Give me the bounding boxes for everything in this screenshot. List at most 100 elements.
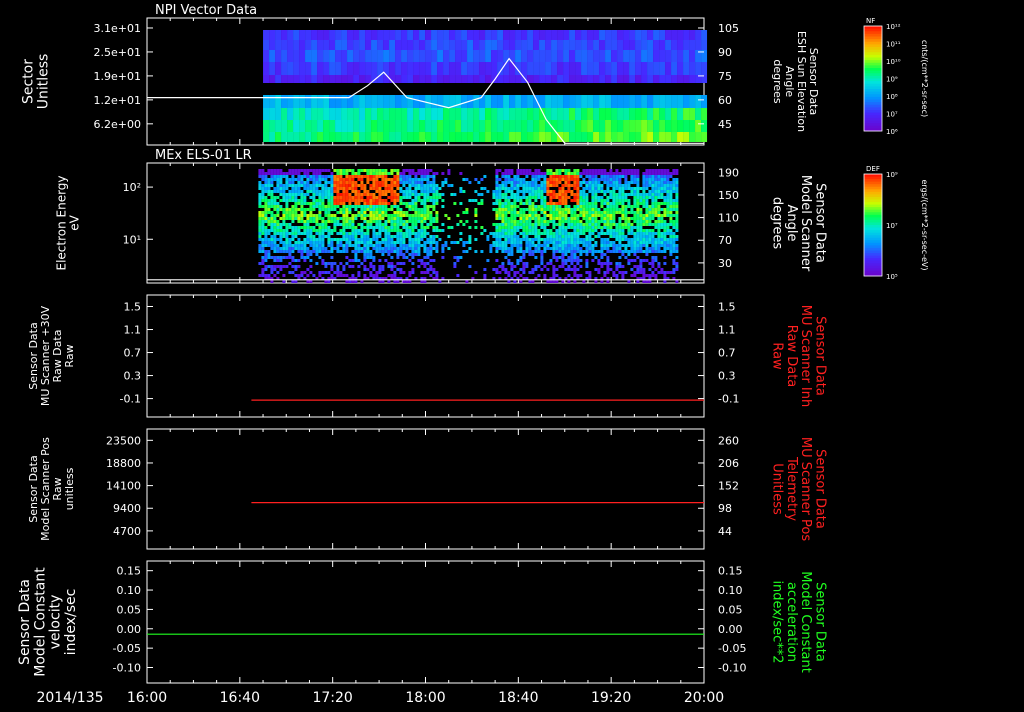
heatmap-cell bbox=[537, 229, 541, 232]
heatmap-cell bbox=[336, 274, 340, 277]
heatmap-cell bbox=[329, 95, 336, 108]
heatmap-cell bbox=[569, 95, 576, 108]
axis-label-line: Model Constant bbox=[798, 571, 813, 673]
heatmap-cell bbox=[461, 120, 468, 132]
heatmap-cell bbox=[624, 238, 628, 241]
heatmap-cell bbox=[309, 238, 313, 241]
heatmap-cell bbox=[558, 196, 562, 199]
heatmap-cell bbox=[615, 268, 619, 271]
heatmap-cell bbox=[491, 50, 498, 62]
heatmap-cell bbox=[653, 40, 660, 50]
heatmap-cell bbox=[689, 30, 696, 40]
heatmap-cell bbox=[455, 30, 462, 40]
heatmap-cell bbox=[330, 262, 334, 265]
heatmap-cell bbox=[347, 75, 354, 83]
heatmap-cell bbox=[315, 232, 319, 235]
heatmap-cell bbox=[315, 202, 319, 205]
heatmap-cell bbox=[549, 184, 553, 187]
heatmap-cell bbox=[354, 280, 358, 283]
heatmap-cell bbox=[573, 184, 577, 187]
heatmap-cell bbox=[689, 40, 696, 50]
heatmap-cell bbox=[441, 247, 445, 250]
heatmap-cell bbox=[261, 187, 265, 190]
heatmap-cell bbox=[348, 226, 352, 229]
heatmap-cell bbox=[264, 220, 268, 223]
heatmap-cell bbox=[258, 247, 262, 250]
heatmap-cell bbox=[549, 169, 553, 172]
heatmap-cell bbox=[606, 238, 610, 241]
heatmap-cell bbox=[288, 172, 292, 175]
heatmap-cell bbox=[273, 259, 277, 262]
panel-frame bbox=[146, 294, 705, 418]
heatmap-cell bbox=[615, 247, 619, 250]
heatmap-cell bbox=[675, 235, 679, 238]
heatmap-cell bbox=[498, 271, 502, 274]
heatmap-cell bbox=[347, 62, 354, 75]
heatmap-cell bbox=[279, 223, 283, 226]
heatmap-cell bbox=[546, 214, 550, 217]
heatmap-cell bbox=[372, 181, 376, 184]
heatmap-cell bbox=[402, 169, 406, 172]
heatmap-cell bbox=[501, 262, 505, 265]
heatmap-cell bbox=[627, 211, 631, 214]
heatmap-cell bbox=[402, 193, 406, 196]
heatmap-cell bbox=[357, 274, 361, 277]
heatmap-cell bbox=[264, 268, 268, 271]
heatmap-cell bbox=[551, 75, 558, 83]
heatmap-cell bbox=[507, 187, 511, 190]
heatmap-cell bbox=[377, 108, 384, 120]
heatmap-cell bbox=[396, 193, 400, 196]
heatmap-cell bbox=[357, 202, 361, 205]
heatmap-cell bbox=[393, 247, 397, 250]
heatmap-cell bbox=[339, 187, 343, 190]
heatmap-cell bbox=[534, 172, 538, 175]
heatmap-cell bbox=[366, 223, 370, 226]
heatmap-cell bbox=[375, 220, 379, 223]
heatmap-cell bbox=[426, 184, 430, 187]
y-tick-label: 1.1 bbox=[124, 324, 142, 337]
heatmap-cell bbox=[587, 108, 594, 120]
axis-label-line: index/sec**2 bbox=[770, 580, 785, 663]
heatmap-cell bbox=[491, 40, 498, 50]
heatmap-cell bbox=[411, 223, 415, 226]
heatmap-cell bbox=[459, 256, 463, 259]
heatmap-cell bbox=[495, 229, 499, 232]
heatmap-cell bbox=[507, 181, 511, 184]
heatmap-cell bbox=[423, 256, 427, 259]
heatmap-cell bbox=[594, 190, 598, 193]
heatmap-cell bbox=[689, 132, 696, 142]
heatmap-cell bbox=[300, 226, 304, 229]
heatmap-cell bbox=[390, 262, 394, 265]
heatmap-cell bbox=[417, 172, 421, 175]
heatmap-cell bbox=[645, 202, 649, 205]
heatmap-cell bbox=[357, 223, 361, 226]
heatmap-cell bbox=[645, 274, 649, 277]
heatmap-cell bbox=[432, 247, 436, 250]
heatmap-cell bbox=[527, 30, 534, 40]
heatmap-cell bbox=[263, 95, 270, 108]
heatmap-cell bbox=[393, 265, 397, 268]
heatmap-cell bbox=[573, 244, 577, 247]
heatmap-cell bbox=[311, 132, 318, 142]
heatmap-cell bbox=[519, 199, 523, 202]
heatmap-cell bbox=[405, 229, 409, 232]
heatmap-cell bbox=[461, 95, 468, 108]
heatmap-cell bbox=[636, 220, 640, 223]
heatmap-cell bbox=[603, 226, 607, 229]
heatmap-cell bbox=[365, 75, 372, 83]
heatmap-cell bbox=[396, 241, 400, 244]
heatmap-cell bbox=[273, 232, 277, 235]
heatmap-cell bbox=[359, 132, 366, 142]
heatmap-cell bbox=[591, 208, 595, 211]
axis-label-line: MU Scanner Inh bbox=[798, 305, 813, 408]
heatmap-cell bbox=[663, 280, 667, 283]
heatmap-cell bbox=[288, 241, 292, 244]
heatmap-cell bbox=[579, 181, 583, 184]
right-y-tick-label: 44 bbox=[718, 525, 732, 538]
heatmap-cell bbox=[645, 241, 649, 244]
heatmap-cell bbox=[306, 202, 310, 205]
heatmap-cell bbox=[660, 217, 664, 220]
heatmap-cell bbox=[528, 253, 532, 256]
heatmap-cell bbox=[540, 259, 544, 262]
heatmap-cell bbox=[588, 223, 592, 226]
